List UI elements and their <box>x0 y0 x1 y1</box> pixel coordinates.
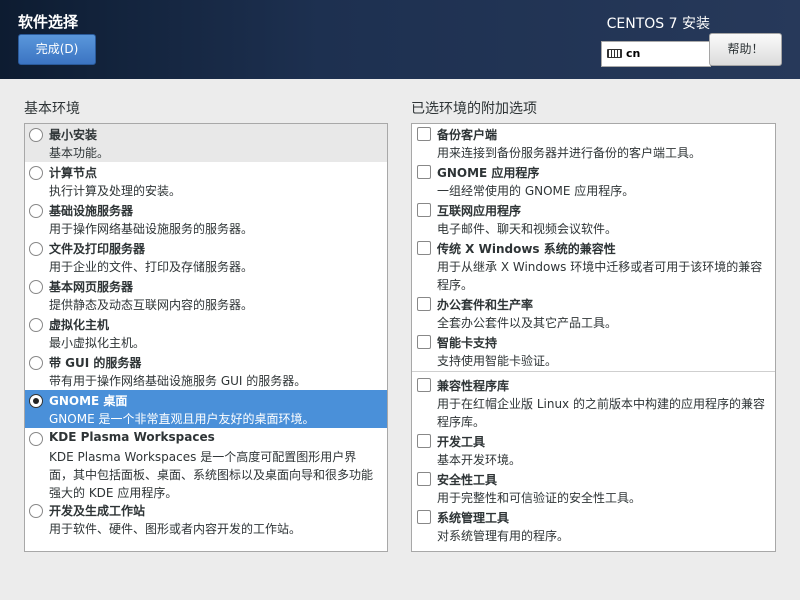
base-environment-list: 最小安装 基本功能。 计算节点 执行计算及处理的安装。 基础设施服务器 用于操作… <box>24 123 388 552</box>
environment-option-infrastructure-server[interactable]: 基础设施服务器 用于操作网络基础设施服务的服务器。 <box>25 200 387 238</box>
option-description: 基本开发环境。 <box>437 453 522 467</box>
option-title: 文件及打印服务器 <box>49 242 146 256</box>
base-environment-heading: 基本环境 <box>24 101 80 117</box>
addon-option-security-tools[interactable]: 安全性工具 用于完整性和可信验证的安全性工具。 <box>412 469 775 507</box>
addon-option-internet-apps[interactable]: 互联网应用程序 电子邮件、聊天和视频会议软件。 <box>412 200 775 238</box>
environment-option-minimal[interactable]: 最小安装 基本功能。 <box>25 124 387 162</box>
addon-option-office-suite[interactable]: 办公套件和生产率 全套办公套件以及其它产品工具。 <box>412 294 775 332</box>
option-title: 最小安装 <box>49 128 98 142</box>
option-description: 用来连接到备份服务器并进行备份的客户端工具。 <box>437 146 702 160</box>
checkbox[interactable] <box>417 510 431 524</box>
option-title: 兼容性程序库 <box>437 379 510 393</box>
keyboard-icon <box>607 49 622 58</box>
environment-option-virtualization-host[interactable]: 虚拟化主机 最小虚拟化主机。 <box>25 314 387 352</box>
option-title: GNOME 应用程序 <box>437 166 540 180</box>
option-description: 用于操作网络基础设施服务的服务器。 <box>49 222 254 236</box>
option-title: 基本网页服务器 <box>49 280 134 294</box>
option-description: 提供静态及动态互联网内容的服务器。 <box>49 298 254 312</box>
option-title: GNOME 桌面 <box>49 394 128 408</box>
checkbox[interactable] <box>417 165 431 179</box>
addon-option-gnome-apps[interactable]: GNOME 应用程序 一组经常使用的 GNOME 应用程序。 <box>412 162 775 200</box>
option-title: 办公套件和生产率 <box>437 298 534 312</box>
checkbox[interactable] <box>417 241 431 255</box>
checkbox[interactable] <box>417 127 431 141</box>
page-title: 软件选择 <box>18 13 79 31</box>
radio-button[interactable] <box>29 242 43 256</box>
radio-button[interactable] <box>29 318 43 332</box>
option-title: 开发工具 <box>437 435 486 449</box>
option-description: 基本功能。 <box>49 146 110 160</box>
option-title: 虚拟化主机 <box>49 318 110 332</box>
option-title: 基础设施服务器 <box>49 204 134 218</box>
keyboard-layout-label: cn <box>626 47 641 60</box>
radio-button[interactable] <box>29 128 43 142</box>
checkbox[interactable] <box>417 434 431 448</box>
option-description: 最小虚拟化主机。 <box>49 336 146 350</box>
addon-option-sysadmin-tools[interactable]: 系统管理工具 对系统管理有用的程序。 <box>412 507 775 545</box>
radio-button-selected[interactable] <box>29 394 43 408</box>
environment-option-server-with-gui[interactable]: 带 GUI 的服务器 带有用于操作网络基础设施服务 GUI 的服务器。 <box>25 352 387 390</box>
product-title: CENTOS 7 安装 <box>606 16 710 32</box>
radio-button[interactable] <box>29 204 43 218</box>
radio-button[interactable] <box>29 504 43 518</box>
top-header-bar: 软件选择 完成(D) CENTOS 7 安装 cn 帮助！ <box>0 0 800 79</box>
option-description: 一组经常使用的 GNOME 应用程序。 <box>437 184 635 198</box>
option-description: 用于企业的文件、打印及存储服务器。 <box>49 260 254 274</box>
option-description: 支持使用智能卡验证。 <box>437 354 558 368</box>
addons-heading: 已选环境的附加选项 <box>411 101 537 117</box>
option-description: 对系统管理有用的程序。 <box>437 529 570 543</box>
addon-option-backup-client[interactable]: 备份客户端 用来连接到备份服务器并进行备份的客户端工具。 <box>412 124 775 162</box>
option-title: 计算节点 <box>49 166 98 180</box>
addon-option-legacy-x-compat[interactable]: 传统 X Windows 系统的兼容性 用于从继承 X Windows 环境中迁… <box>412 238 775 294</box>
addons-list: 备份客户端 用来连接到备份服务器并进行备份的客户端工具。 GNOME 应用程序 … <box>411 123 776 552</box>
option-title: 传统 X Windows 系统的兼容性 <box>437 242 616 256</box>
checkbox[interactable] <box>417 378 431 392</box>
radio-button[interactable] <box>29 356 43 370</box>
option-description: 全套办公套件以及其它产品工具。 <box>437 316 618 330</box>
radio-button[interactable] <box>29 280 43 294</box>
option-title: 带 GUI 的服务器 <box>49 356 142 370</box>
environment-option-kde-plasma[interactable]: KDE Plasma Workspaces KDE Plasma Workspa… <box>25 428 387 500</box>
option-description: 带有用于操作网络基础设施服务 GUI 的服务器。 <box>49 374 307 388</box>
list-separator <box>412 371 775 372</box>
radio-button[interactable] <box>29 166 43 180</box>
option-description: GNOME 是一个非常直观且用户友好的桌面环境。 <box>49 412 315 426</box>
option-title: 安全性工具 <box>437 473 498 487</box>
environment-option-file-print-server[interactable]: 文件及打印服务器 用于企业的文件、打印及存储服务器。 <box>25 238 387 276</box>
option-title: 备份客户端 <box>437 128 498 142</box>
environment-option-compute-node[interactable]: 计算节点 执行计算及处理的安装。 <box>25 162 387 200</box>
radio-button[interactable] <box>29 432 43 446</box>
environment-option-gnome-desktop[interactable]: GNOME 桌面 GNOME 是一个非常直观且用户友好的桌面环境。 <box>25 390 387 428</box>
checkbox[interactable] <box>417 203 431 217</box>
option-title: 系统管理工具 <box>437 511 510 525</box>
addon-option-compat-libraries[interactable]: 兼容性程序库 用于在红帽企业版 Linux 的之前版本中构建的应用程序的兼容程序… <box>412 375 775 431</box>
addon-option-smart-card[interactable]: 智能卡支持 支持使用智能卡验证。 <box>412 332 775 370</box>
keyboard-layout-indicator[interactable]: cn <box>601 41 711 67</box>
option-description: 用于从继承 X Windows 环境中迁移或者可用于该环境的兼容程序。 <box>437 260 763 292</box>
done-button[interactable]: 完成(D) <box>18 34 96 65</box>
option-description: 用于软件、硬件、图形或者内容开发的工作站。 <box>49 522 302 536</box>
checkbox[interactable] <box>417 297 431 311</box>
addon-option-dev-tools[interactable]: 开发工具 基本开发环境。 <box>412 431 775 469</box>
option-title: 互联网应用程序 <box>437 204 522 218</box>
option-title: 开发及生成工作站 <box>49 504 146 518</box>
environment-option-development-workstation[interactable]: 开发及生成工作站 用于软件、硬件、图形或者内容开发的工作站。 <box>25 500 387 538</box>
option-description: KDE Plasma Workspaces 是一个高度可配置图形用户界面，其中包… <box>49 450 374 500</box>
option-description: 执行计算及处理的安装。 <box>49 184 182 198</box>
checkbox[interactable] <box>417 472 431 486</box>
checkbox[interactable] <box>417 335 431 349</box>
option-description: 用于完整性和可信验证的安全性工具。 <box>437 491 642 505</box>
environment-option-basic-web-server[interactable]: 基本网页服务器 提供静态及动态互联网内容的服务器。 <box>25 276 387 314</box>
option-title: 智能卡支持 <box>437 336 498 350</box>
option-title: KDE Plasma Workspaces <box>49 430 215 444</box>
option-description: 用于在红帽企业版 Linux 的之前版本中构建的应用程序的兼容程序库。 <box>437 397 765 429</box>
help-button[interactable]: 帮助！ <box>709 33 782 66</box>
option-description: 电子邮件、聊天和视频会议软件。 <box>437 222 618 236</box>
